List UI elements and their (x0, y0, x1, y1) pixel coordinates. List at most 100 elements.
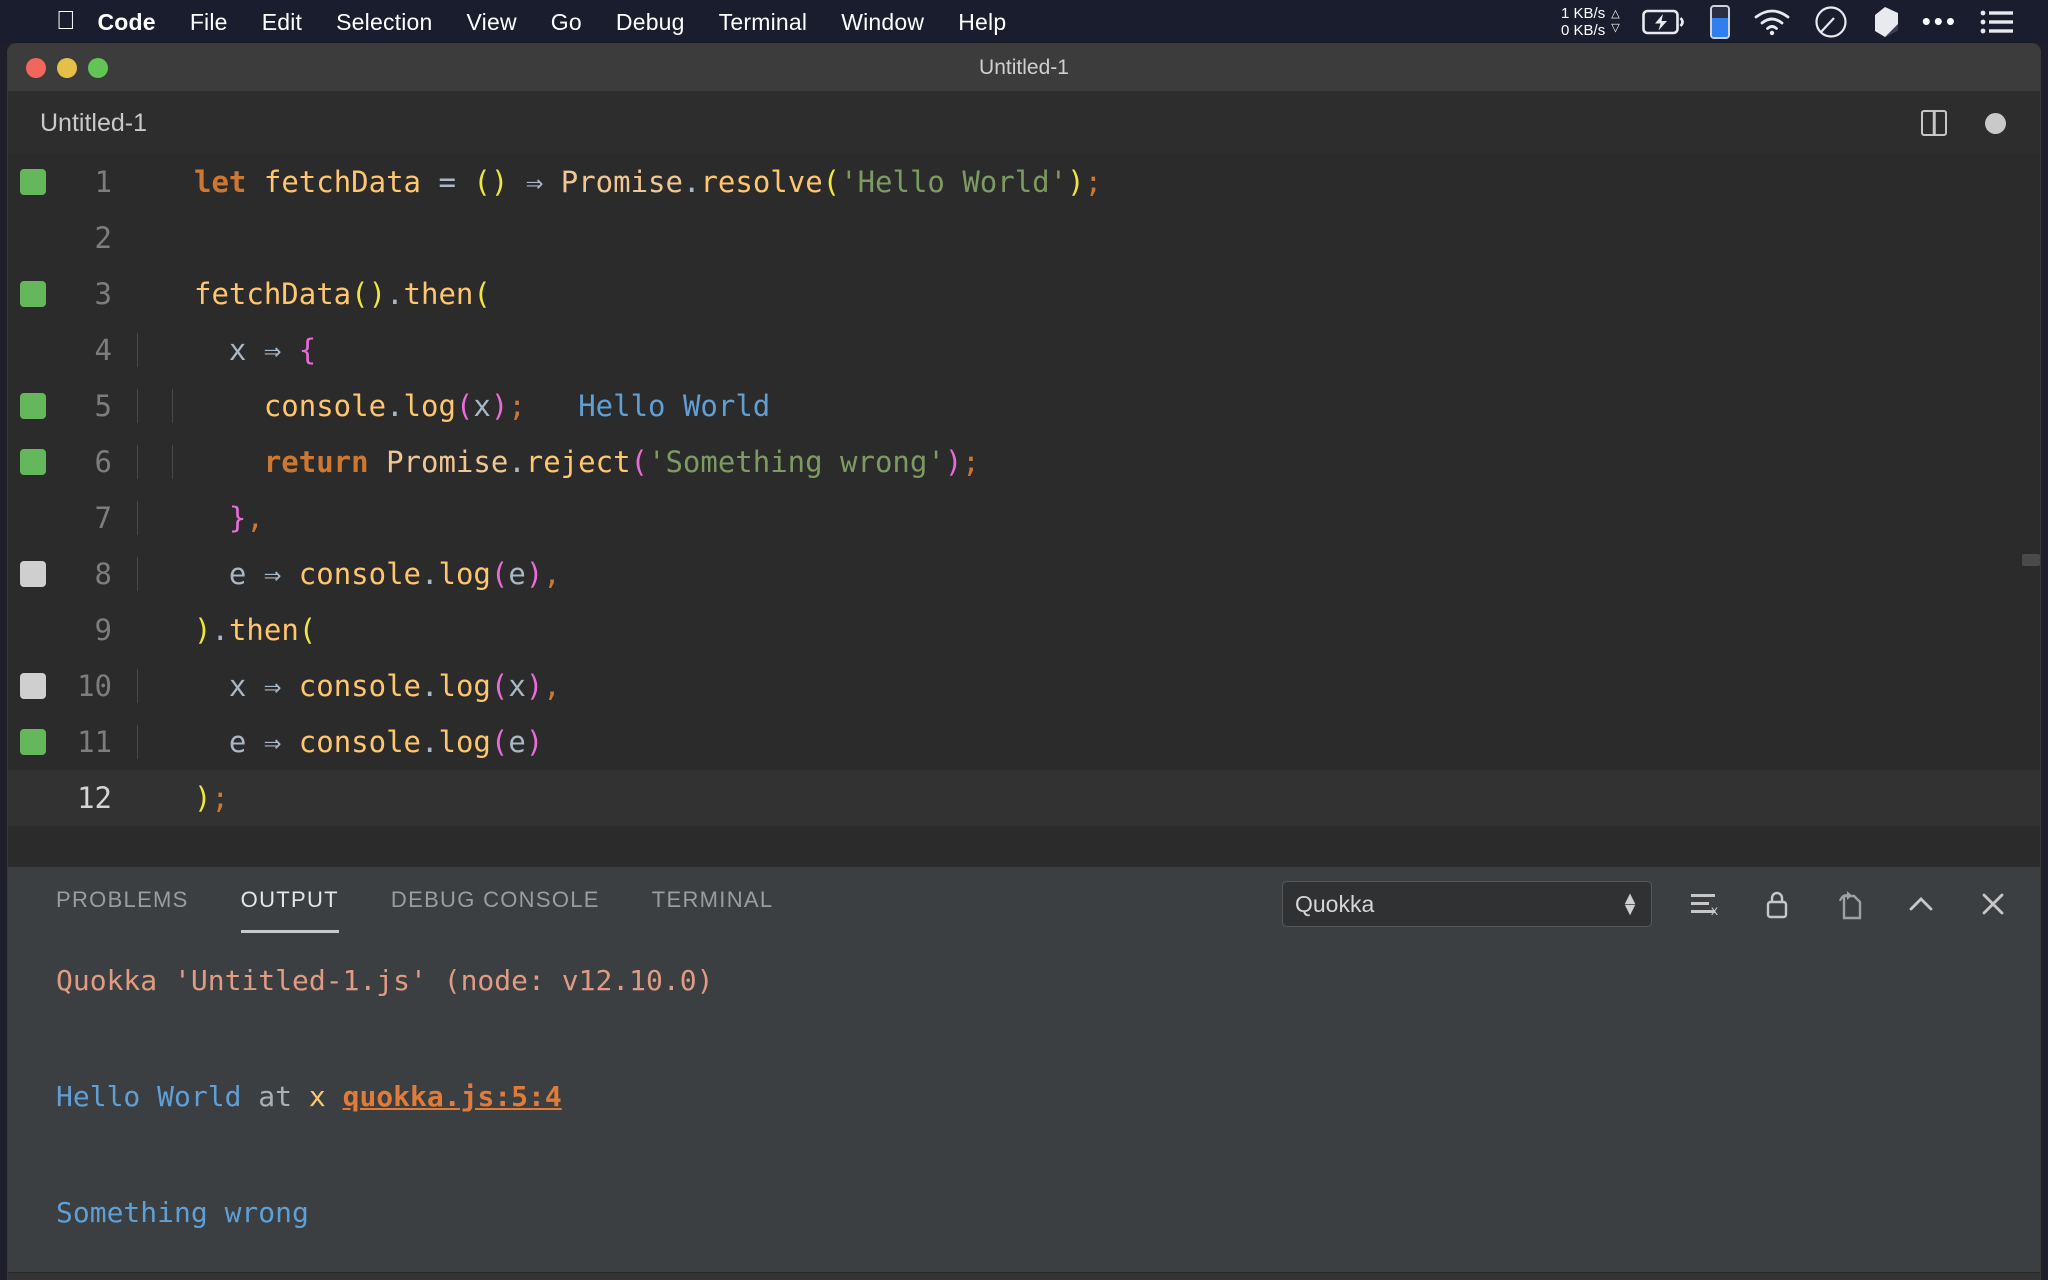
output-channel-select[interactable]: Quokka ▲▼ (1282, 881, 1652, 927)
code-token: log (404, 389, 456, 423)
battery-charging-icon[interactable] (1642, 7, 1688, 37)
code-token (281, 333, 298, 367)
menu-item-help[interactable]: Help (958, 9, 1006, 36)
quokka-coverage-marker (20, 729, 46, 755)
output-text (326, 1080, 343, 1113)
code-line-text: ); (136, 781, 229, 815)
code-line[interactable]: 6 return Promise.reject('Something wrong… (8, 434, 2040, 490)
close-panel-icon[interactable] (1974, 885, 2012, 923)
code-line[interactable]: 7 }, (8, 490, 2040, 546)
code-token: console (194, 389, 386, 423)
code-token: e (194, 725, 246, 759)
lock-scroll-icon[interactable] (1758, 885, 1796, 923)
code-token: . (683, 165, 700, 199)
menu-item-file[interactable]: File (190, 9, 228, 36)
wifi-icon[interactable] (1752, 8, 1792, 36)
indent-guide (137, 445, 138, 479)
output-content[interactable]: Quokka 'Untitled-1.js' (node: v12.10.0)H… (8, 941, 2040, 1272)
clear-output-icon[interactable]: x (1686, 885, 1724, 923)
indent-guide (137, 501, 138, 535)
code-line[interactable]: 1let fetchData = () ⇒ Promise.resolve('H… (8, 154, 2040, 210)
indent-guide (137, 725, 138, 759)
output-source-link[interactable]: quokka.js:5:4 (343, 1080, 562, 1113)
code-token: ( (631, 445, 648, 479)
editor-tab-label: Untitled-1 (40, 109, 147, 138)
code-token: ( (473, 277, 490, 311)
code-token: ) (1067, 165, 1084, 199)
code-editor[interactable]: 1let fetchData = () ⇒ Promise.resolve('H… (8, 154, 2040, 866)
code-line-text: e ⇒ console.log(e), (136, 557, 561, 591)
indent-guide (172, 389, 173, 423)
code-line-text: let fetchData = () ⇒ Promise.resolve('He… (136, 165, 1102, 199)
apple-logo-icon[interactable]:  (56, 7, 76, 33)
code-line[interactable]: 8 e ⇒ console.log(e), (8, 546, 2040, 602)
code-token: ⇒ (264, 557, 281, 591)
code-token (246, 669, 263, 703)
code-token: ) (945, 445, 962, 479)
code-token: ( (823, 165, 840, 199)
code-line-text: x ⇒ console.log(x), (136, 669, 561, 703)
code-token: . (421, 669, 438, 703)
panel-tab-output[interactable]: OUTPUT (241, 887, 339, 921)
code-token (281, 669, 298, 703)
code-token: . (386, 389, 403, 423)
code-line[interactable]: 3fetchData().then( (8, 266, 2040, 322)
menu-item-edit[interactable]: Edit (262, 9, 302, 36)
code-line[interactable]: 11 e ⇒ console.log(e) (8, 714, 2040, 770)
code-token: ) (526, 725, 543, 759)
code-token: ( (473, 165, 490, 199)
panel-header: PROBLEMS OUTPUT DEBUG CONSOLE TERMINAL Quok… (8, 867, 2040, 941)
code-token: console (299, 669, 421, 703)
menu-item-code[interactable]: Code (98, 9, 156, 36)
list-icon[interactable] (1980, 9, 2014, 35)
quokka-coverage-marker (20, 673, 46, 699)
code-line[interactable]: 12); (8, 770, 2040, 826)
code-token (246, 165, 263, 199)
menu-item-go[interactable]: Go (551, 9, 582, 36)
maximize-panel-icon[interactable] (1902, 885, 1940, 923)
line-number: 9 (8, 613, 136, 647)
panel-tab-debug-console[interactable]: DEBUG CONSOLE (391, 887, 600, 921)
menu-item-window[interactable]: Window (841, 9, 924, 36)
code-token: x (194, 669, 246, 703)
code-token: e (508, 725, 525, 759)
code-token: then (229, 613, 299, 647)
code-line-text: x ⇒ { (136, 333, 316, 367)
macos-menu-bar:  Code File Edit Selection View Go Debug Termin… (0, 0, 2048, 44)
code-line[interactable]: 5 console.log(x); Hello World (8, 378, 2040, 434)
menu-item-selection[interactable]: Selection (336, 9, 432, 36)
code-token: log (438, 669, 490, 703)
ellipsis-icon[interactable]: ••• (1922, 14, 1958, 30)
code-token: resolve (700, 165, 822, 199)
code-token: , (543, 669, 560, 703)
code-token: } (229, 501, 246, 535)
battery-level-icon[interactable] (1710, 5, 1730, 39)
output-text: at (241, 1080, 308, 1113)
code-token: log (438, 725, 490, 759)
code-token: ) (194, 613, 211, 647)
unsaved-changes-icon[interactable] (1985, 113, 2006, 134)
network-upload-speed: 1 KB/s (1561, 5, 1605, 22)
menu-item-debug[interactable]: Debug (616, 9, 685, 36)
code-line-text: }, (136, 501, 264, 535)
code-line[interactable]: 9).then( (8, 602, 2040, 658)
code-token (421, 165, 438, 199)
line-number: 4 (8, 333, 136, 367)
open-in-editor-icon[interactable] (1830, 885, 1868, 923)
menu-item-view[interactable]: View (467, 9, 517, 36)
editor-scrollbar[interactable] (2022, 554, 2040, 566)
panel-tab-terminal[interactable]: TERMINAL (652, 887, 774, 921)
code-line[interactable]: 2 (8, 210, 2040, 266)
panel-tab-problems[interactable]: PROBLEMS (56, 887, 189, 921)
gauge-icon[interactable] (1814, 5, 1848, 39)
editor-tab-untitled-1[interactable]: Untitled-1 (8, 92, 175, 154)
split-editor-icon[interactable] (1921, 110, 1947, 136)
code-token: then (404, 277, 474, 311)
quokka-coverage-marker (20, 169, 46, 195)
menu-item-terminal[interactable]: Terminal (719, 9, 808, 36)
code-line[interactable]: 4 x ⇒ { (8, 322, 2040, 378)
chevron-updown-icon: ▲▼ (1621, 893, 1639, 915)
code-token: fetchData (194, 277, 351, 311)
cube-icon[interactable] (1870, 6, 1900, 38)
code-line[interactable]: 10 x ⇒ console.log(x), (8, 658, 2040, 714)
